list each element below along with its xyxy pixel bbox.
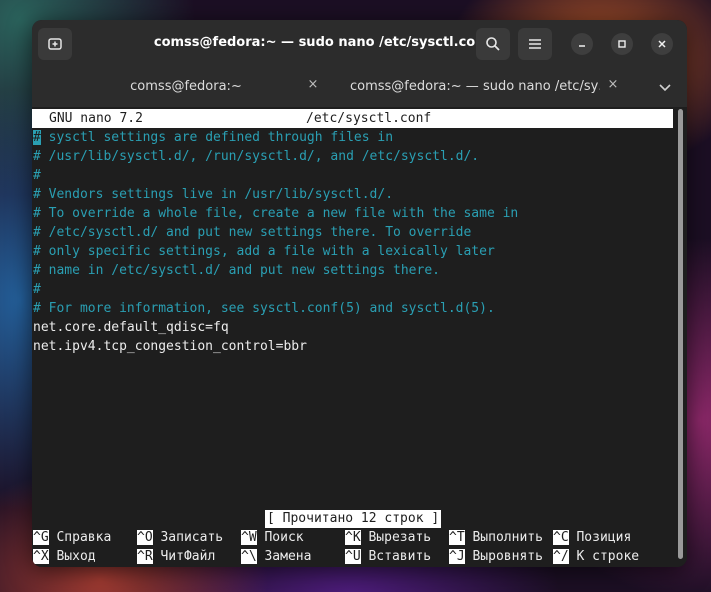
terminal-window: comss@fedora:~ — sudo nano /etc/sysctl.c…: [32, 20, 687, 567]
tab-label: comss@fedora:~ — sudo nano /etc/sy…: [350, 79, 600, 94]
shortcut-item: ^T Выполнить: [449, 528, 543, 547]
line-text: # name in /etc/sysctl.d/ and put new set…: [33, 263, 440, 278]
text-cursor: #: [33, 130, 41, 145]
hamburger-menu-icon: [529, 39, 541, 49]
status-message: [ Прочитано 12 строк ]: [265, 510, 442, 528]
shortcut-key: ^K: [345, 530, 361, 545]
line-text: #: [33, 282, 41, 297]
shortcut-key: ^G: [33, 530, 49, 545]
new-tab-button[interactable]: [38, 28, 72, 60]
comment-line: #: [33, 166, 673, 185]
shortcut-label: Выход: [56, 549, 96, 564]
comment-line: # To override a whole file, create a new…: [33, 204, 673, 223]
shortcut-bar: ^G Справка ^O Записать ^W Поиск ^K Вырезать…: [32, 528, 672, 566]
maximize-icon: [618, 40, 626, 48]
scrollbar[interactable]: [678, 109, 683, 559]
shortcut-key: ^X: [33, 549, 49, 564]
setting-line: net.core.default_qdisc=fq: [33, 318, 673, 337]
window-title: comss@fedora:~ — sudo nano /etc/sysctl.c…: [153, 35, 491, 50]
shortcut-key: ^J: [449, 549, 465, 564]
tab-close-icon[interactable]: ×: [606, 78, 620, 92]
line-text: net.core.default_qdisc=fq: [33, 320, 229, 335]
close-window-button[interactable]: [651, 33, 673, 55]
shortcut-item: ^G Справка: [33, 528, 111, 547]
shortcut-key: ^R: [137, 549, 153, 564]
shortcut-key: ^U: [345, 549, 361, 564]
line-text: #: [33, 168, 41, 183]
minimize-icon: [579, 45, 585, 47]
shortcut-label: К строке: [576, 549, 640, 564]
tab-close-icon[interactable]: ×: [306, 78, 320, 92]
shortcut-key: ^/: [553, 549, 569, 564]
comment-line: # name in /etc/sysctl.d/ and put new set…: [33, 261, 673, 280]
search-icon: [486, 37, 500, 51]
comment-line: # Vendors settings live in /usr/lib/sysc…: [33, 185, 673, 204]
tab-nano[interactable]: comss@fedora:~ — sudo nano /etc/sy… ×: [340, 71, 633, 103]
menu-button[interactable]: [518, 28, 552, 60]
shortcut-key: ^C: [553, 530, 569, 545]
shortcut-key: ^W: [241, 530, 257, 545]
shortcut-label: Справка: [56, 530, 112, 545]
maximize-button[interactable]: [611, 33, 633, 55]
tab-list-button[interactable]: [656, 78, 674, 96]
setting-line: net.ipv4.tcp_congestion_control=bbr: [33, 337, 673, 356]
file-content[interactable]: # sysctl settings are defined through fi…: [33, 128, 673, 356]
shortcut-item: ^\ Замена: [241, 547, 311, 566]
comment-line: #: [33, 280, 673, 299]
shortcut-label: ЧитФайл: [160, 549, 216, 564]
shortcut-item: ^C Позиция: [553, 528, 631, 547]
comment-line: # only specific settings, add a file wit…: [33, 242, 673, 261]
shortcut-key: ^T: [449, 530, 465, 545]
line-text: sysctl settings are defined through file…: [40, 130, 394, 145]
shortcut-key: ^\: [241, 549, 257, 564]
shortcut-item: ^W Поиск: [241, 528, 304, 547]
shortcut-label: Вырезать: [368, 530, 432, 545]
shortcut-label: Вставить: [368, 549, 432, 564]
new-tab-icon: [48, 38, 62, 50]
comment-line: # /usr/lib/sysctl.d/, /run/sysctl.d/, an…: [33, 147, 673, 166]
comment-line: # sysctl settings are defined through fi…: [33, 128, 673, 147]
line-text: net.ipv4.tcp_congestion_control=bbr: [33, 339, 307, 354]
shortcut-label: Замена: [264, 549, 312, 564]
shortcut-item: ^X Выход: [33, 547, 96, 566]
tab-shell[interactable]: comss@fedora:~ ×: [32, 71, 330, 103]
close-icon: [658, 40, 666, 48]
shortcut-item: ^J Выровнять: [449, 547, 543, 566]
title-bar: comss@fedora:~ — sudo nano /etc/sysctl.c…: [32, 20, 687, 67]
minimize-button[interactable]: [571, 33, 593, 55]
search-button[interactable]: [476, 28, 510, 60]
comment-line: # For more information, see sysctl.conf(…: [33, 299, 673, 318]
terminal-area[interactable]: GNU nano 7.2 /etc/sysctl.conf # sysctl s…: [32, 107, 687, 567]
shortcut-item: ^O Записать: [137, 528, 223, 547]
line-text: # only specific settings, add a file wit…: [33, 244, 495, 259]
shortcut-item: ^U Вставить: [345, 547, 431, 566]
tab-label: comss@fedora:~: [130, 79, 242, 94]
shortcut-item: ^R ЧитФайл: [137, 547, 215, 566]
line-text: # /usr/lib/sysctl.d/, /run/sysctl.d/, an…: [33, 149, 480, 164]
comment-line: # /etc/sysctl.d/ and put new settings th…: [33, 223, 673, 242]
line-text: # To override a whole file, create a new…: [33, 206, 519, 221]
file-name: /etc/sysctl.conf: [306, 111, 432, 126]
shortcut-label: Поиск: [264, 530, 304, 545]
shortcut-label: Выровнять: [472, 549, 543, 564]
shortcut-item: ^/ К строке: [553, 547, 639, 566]
shortcut-label: Записать: [160, 530, 224, 545]
shortcut-label: Позиция: [576, 530, 632, 545]
line-text: # Vendors settings live in /usr/lib/sysc…: [33, 187, 394, 202]
tab-bar: comss@fedora:~ × comss@fedora:~ — sudo n…: [32, 67, 687, 154]
shortcut-key: ^O: [137, 530, 153, 545]
shortcut-item: ^K Вырезать: [345, 528, 431, 547]
line-text: # For more information, see sysctl.conf(…: [33, 301, 495, 316]
line-text: # /etc/sysctl.d/ and put new settings th…: [33, 225, 472, 240]
shortcut-label: Выполнить: [472, 530, 543, 545]
chevron-down-icon: [659, 84, 671, 92]
nano-header: GNU nano 7.2 /etc/sysctl.conf: [32, 109, 673, 128]
nano-version: GNU nano 7.2: [49, 111, 143, 126]
